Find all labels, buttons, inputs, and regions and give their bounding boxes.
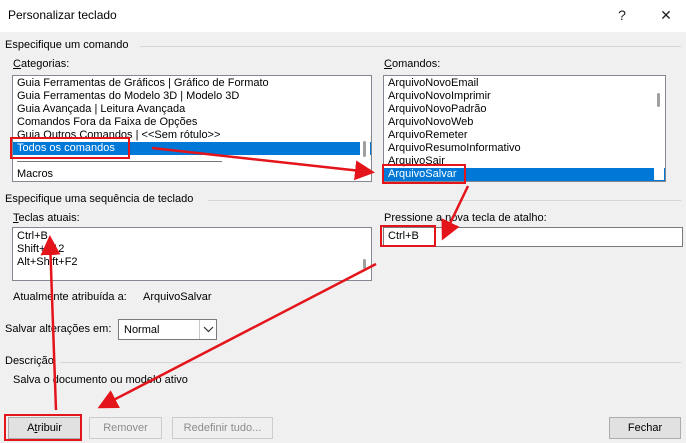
commands-list[interactable]: ArquivoNovoEmail ArquivoNovoImprimir Arqui… bbox=[383, 75, 666, 182]
command-item[interactable]: ArquivoNovoPadrão bbox=[384, 103, 665, 116]
command-group-divider bbox=[140, 46, 681, 47]
category-item[interactable]: Guia Ferramentas do Modelo 3D | Modelo 3… bbox=[13, 90, 371, 103]
close-icon[interactable]: ✕ bbox=[654, 4, 678, 26]
current-key-item[interactable]: Alt+Shift+F2 bbox=[13, 256, 371, 269]
current-key-item[interactable]: Shift+F12 bbox=[13, 243, 371, 256]
command-item[interactable]: ArquivoSalvar bbox=[384, 168, 665, 181]
command-item[interactable]: ArquivoNovoWeb bbox=[384, 116, 665, 129]
commands-scroll-thumb[interactable] bbox=[657, 93, 660, 107]
category-item[interactable]: Guia Avançada | Leitura Avançada bbox=[13, 103, 371, 116]
command-item[interactable]: ArquivoResumoInformativo bbox=[384, 142, 665, 155]
category-item[interactable] bbox=[13, 155, 371, 168]
commands-scrollbar[interactable] bbox=[654, 77, 664, 180]
shortcut-group-divider bbox=[208, 200, 681, 201]
current-keys-list[interactable]: Ctrl+B Shift+F12 Alt+Shift+F2 bbox=[12, 227, 372, 281]
remove-button[interactable]: Remover bbox=[89, 417, 162, 439]
command-item[interactable]: ArquivoNovoEmail bbox=[384, 77, 665, 90]
command-item[interactable]: ArquivoNovoImprimir bbox=[384, 90, 665, 103]
categories-label: Categorias: bbox=[13, 58, 70, 70]
category-item[interactable]: Guia Ferramentas de Gráficos | Gráfico d… bbox=[13, 77, 371, 90]
command-item[interactable]: ArquivoRemeter bbox=[384, 129, 665, 142]
close-button[interactable]: Fechar bbox=[609, 417, 681, 439]
new-key-label: Pressione a nova tecla de atalho: bbox=[384, 212, 547, 224]
category-item[interactable]: Macros bbox=[13, 168, 371, 181]
help-icon[interactable]: ? bbox=[610, 4, 634, 26]
save-in-value: Normal bbox=[124, 324, 160, 336]
category-item[interactable]: Todos os comandos bbox=[13, 142, 371, 155]
chevron-down-icon[interactable] bbox=[199, 320, 216, 339]
category-separator bbox=[17, 161, 222, 162]
current-key-item[interactable]: Ctrl+B bbox=[13, 230, 371, 243]
current-keys-scrollbar[interactable] bbox=[360, 229, 370, 279]
assign-button[interactable]: Atribuir bbox=[8, 417, 81, 439]
categories-scrollbar[interactable] bbox=[360, 77, 370, 180]
current-keys-label: Teclas atuais: bbox=[13, 212, 80, 224]
description-group-divider bbox=[60, 362, 681, 363]
categories-list[interactable]: Guia Ferramentas de Gráficos | Gráfico d… bbox=[12, 75, 372, 182]
save-in-select[interactable]: Normal bbox=[118, 319, 217, 340]
assigned-to-value: ArquivoSalvar bbox=[143, 291, 212, 303]
commands-label: Comandos: bbox=[384, 58, 441, 70]
new-key-input[interactable]: Ctrl+B bbox=[383, 227, 683, 247]
category-item[interactable]: Comandos Fora da Faixa de Opções bbox=[13, 116, 371, 129]
reset-all-button[interactable]: Redefinir tudo... bbox=[172, 417, 273, 439]
description-group-label: Descrição bbox=[5, 355, 54, 367]
current-keys-scroll-thumb[interactable] bbox=[363, 259, 366, 269]
categories-scroll-thumb[interactable] bbox=[363, 141, 366, 157]
command-item[interactable]: ArquivoSair bbox=[384, 155, 665, 168]
save-in-label: Salvar alterações em: bbox=[5, 323, 112, 335]
shortcut-group-label: Especifique uma sequência de teclado bbox=[5, 193, 194, 205]
category-item[interactable]: Guia Outros Comandos | <<Sem rótulo>> bbox=[13, 129, 371, 142]
assigned-to-label: Atualmente atribuída a: bbox=[13, 291, 127, 303]
command-group-label: Especifique um comando bbox=[5, 39, 129, 51]
description-text: Salva o documento ou modelo ativo bbox=[13, 374, 188, 386]
window-title: Personalizar teclado bbox=[8, 8, 117, 22]
